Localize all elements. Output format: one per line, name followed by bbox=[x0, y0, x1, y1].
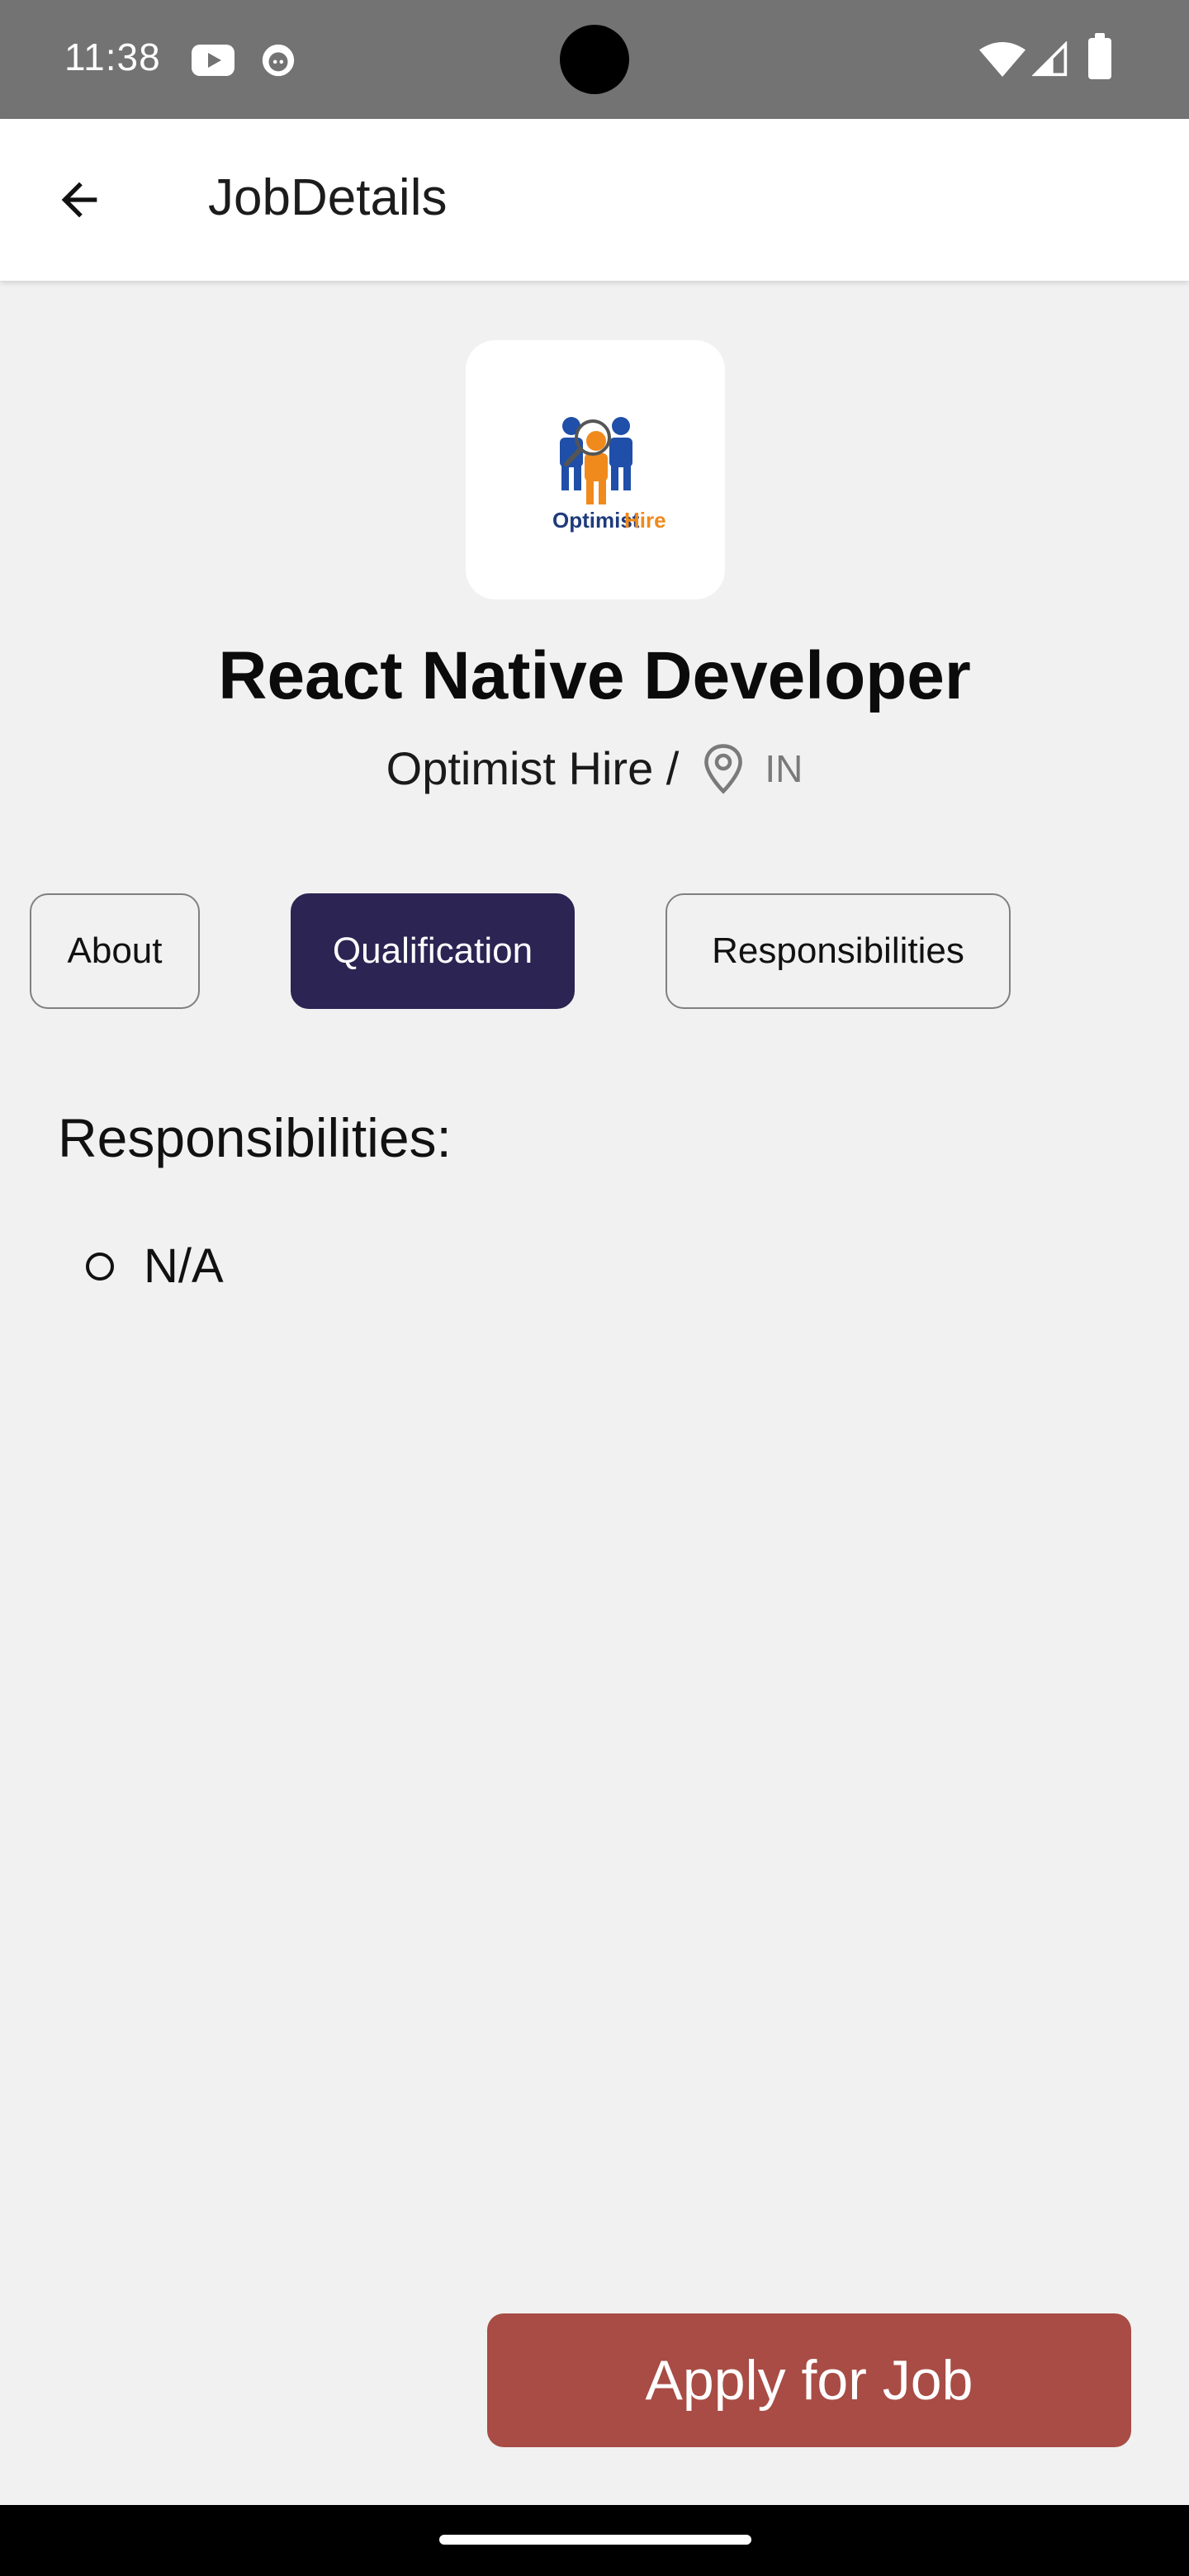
back-button[interactable] bbox=[40, 160, 119, 239]
company-name: Optimist Hire / bbox=[386, 742, 680, 794]
status-time: 11:38 bbox=[64, 36, 161, 78]
status-bar: 11:38 bbox=[0, 0, 1189, 119]
home-indicator[interactable] bbox=[439, 2535, 751, 2545]
face-icon bbox=[262, 44, 295, 77]
optimist-hire-logo: Optimist Hire bbox=[552, 417, 666, 533]
location-pin-icon bbox=[704, 743, 743, 794]
tab-qualification[interactable]: Qualification bbox=[291, 893, 575, 1009]
apply-for-job-button[interactable]: Apply for Job bbox=[487, 2313, 1131, 2447]
job-location: IN bbox=[765, 746, 803, 790]
tab-responsibilities[interactable]: Responsibilities bbox=[666, 893, 1011, 1009]
wifi-icon bbox=[979, 42, 1026, 77]
tab-about[interactable]: About bbox=[30, 893, 200, 1009]
youtube-icon bbox=[192, 45, 234, 76]
arrow-left-icon bbox=[61, 182, 97, 218]
list-item: N/A bbox=[86, 1238, 224, 1294]
battery-icon bbox=[1088, 33, 1111, 79]
app-bar: JobDetails bbox=[0, 119, 1189, 281]
job-title: React Native Developer bbox=[218, 638, 971, 713]
section-heading: Responsibilities: bbox=[58, 1107, 452, 1168]
company-location-row: Optimist Hire / IN bbox=[0, 741, 1189, 795]
page-title: JobDetails bbox=[208, 169, 448, 226]
signal-icon bbox=[1032, 41, 1068, 77]
system-nav-bar bbox=[0, 2505, 1189, 2576]
list-item-text: N/A bbox=[144, 1239, 224, 1293]
company-logo: Optimist Hire bbox=[466, 340, 725, 599]
logo-text-right: Hire bbox=[624, 508, 666, 533]
bullet-circle-icon bbox=[86, 1252, 114, 1281]
camera-cutout bbox=[560, 25, 629, 94]
